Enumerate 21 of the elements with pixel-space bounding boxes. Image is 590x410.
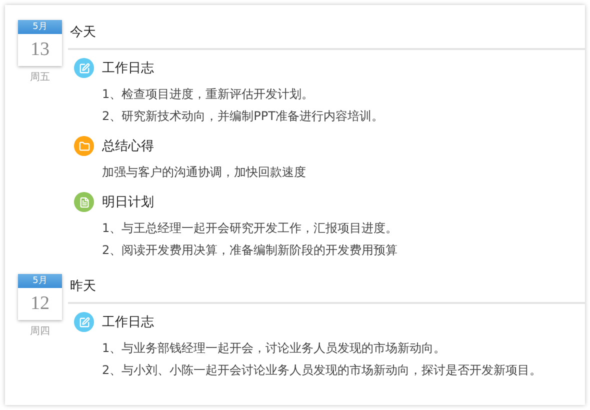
entry-text: 1、与业务部钱经理一起开会，讨论业务人员发现的市场新动向。	[102, 340, 447, 356]
day-heading: 今天	[68, 20, 585, 50]
calendar-date: 12	[30, 292, 50, 316]
entry-text: 2、与小刘、小陈一起开会讨论业务人员发现的市场新动向，探讨是否开发新项目。	[102, 362, 543, 378]
day-heading: 昨天	[68, 274, 585, 304]
entry-text: 1、检查项目进度，重新评估开发计划。	[102, 86, 315, 102]
entry-text: 1、与王总经理一起开会研究开发工作，汇报项目进度。	[102, 220, 399, 236]
folder-icon	[74, 136, 94, 156]
entry-text: 2、研究新技术动向，并编制PPT准备进行内容培训。	[102, 108, 384, 124]
entry-text: 2、阅读开发费用决算，准备编制新阶段的开发费用预算	[102, 242, 399, 258]
entry-title: 总结心得	[102, 138, 154, 155]
weekday-label: 周四	[30, 325, 50, 338]
document-icon	[74, 192, 94, 212]
weekday-label: 周五	[30, 71, 50, 84]
entry-title: 明日计划	[102, 194, 154, 211]
entry-title: 工作日志	[102, 60, 154, 77]
calendar-date: 13	[30, 38, 50, 62]
calendar-month: 5月	[18, 20, 62, 34]
entry-title: 工作日志	[102, 314, 154, 331]
calendar-month: 5月	[18, 274, 62, 288]
entry-text: 加强与客户的沟通协调，加快回款速度	[102, 164, 307, 180]
